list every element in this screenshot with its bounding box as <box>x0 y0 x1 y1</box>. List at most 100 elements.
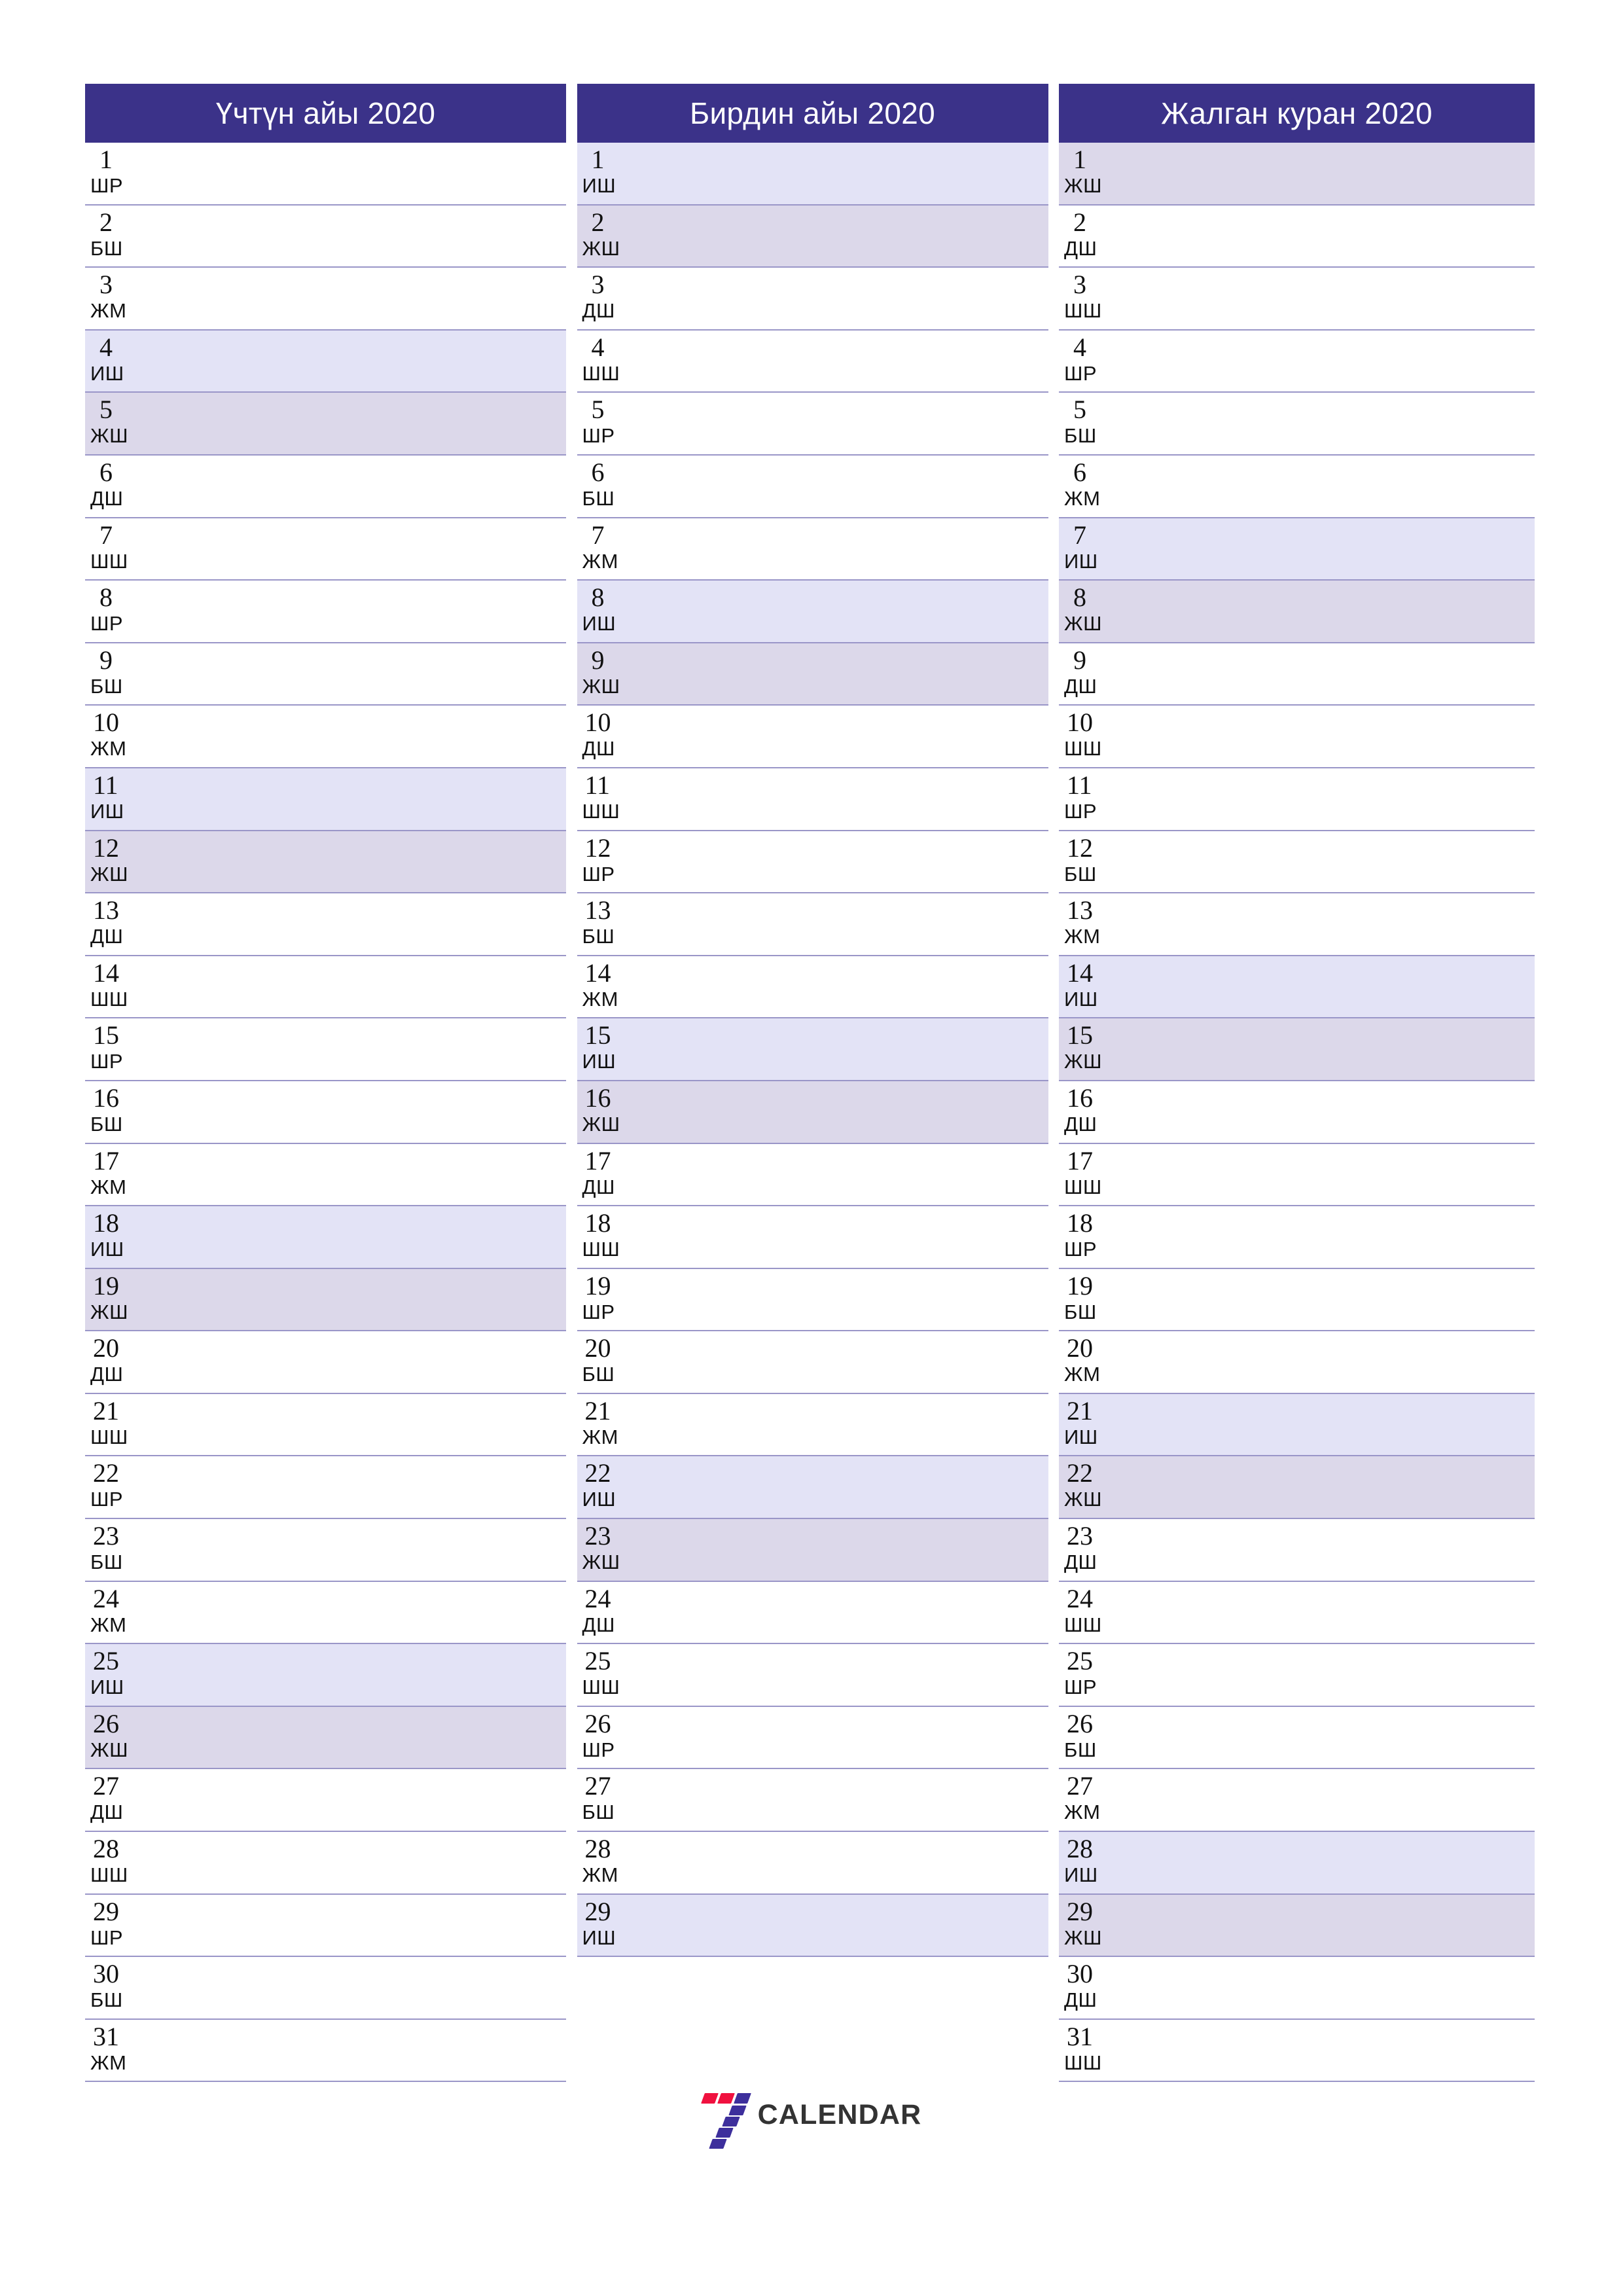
day-row[interactable]: 15 ШР <box>85 1018 566 1081</box>
day-row[interactable]: 10 ЖМ <box>85 706 566 768</box>
day-row[interactable]: 14 ИШ <box>1059 956 1535 1019</box>
day-row[interactable]: 26 ЖШ <box>85 1706 566 1770</box>
day-row[interactable]: 24 ЖМ <box>85 1581 566 1645</box>
day-row[interactable]: 19 БШ <box>1059 1268 1535 1332</box>
day-weekday: ШШ <box>90 1863 128 1887</box>
day-row[interactable]: 15 ИШ <box>577 1018 1048 1081</box>
day-row[interactable]: 23 ЖШ <box>577 1519 1048 1582</box>
day-row[interactable]: 18 ШР <box>1059 1206 1535 1269</box>
day-row[interactable]: 9 ЖШ <box>577 643 1048 706</box>
day-row[interactable]: 1 ИШ <box>577 143 1048 206</box>
day-row[interactable]: 1 ЖШ <box>1059 143 1535 206</box>
day-row[interactable]: 19 ЖШ <box>85 1268 566 1332</box>
day-weekday: ШШ <box>582 1676 620 1699</box>
day-row[interactable]: 25 ИШ <box>85 1644 566 1707</box>
day-row[interactable]: 12 ШР <box>577 831 1048 894</box>
day-row[interactable]: 26 ШР <box>577 1706 1048 1770</box>
day-row[interactable]: 17 ШШ <box>1059 1143 1535 1207</box>
day-row[interactable]: 11 ИШ <box>85 768 566 831</box>
day-row[interactable]: 7 ЖМ <box>577 518 1048 581</box>
day-row[interactable]: 28 ИШ <box>1059 1832 1535 1895</box>
day-row[interactable]: 23 ДШ <box>1059 1519 1535 1582</box>
day-row[interactable]: 21 ЖМ <box>577 1393 1048 1457</box>
day-row[interactable]: 29 ИШ <box>577 1894 1048 1958</box>
day-row[interactable]: 2 ДШ <box>1059 205 1535 268</box>
day-row[interactable]: 28 ЖМ <box>577 1832 1048 1895</box>
day-row[interactable]: 2 ЖШ <box>577 205 1048 268</box>
day-weekday: ЖШ <box>90 862 129 886</box>
day-row[interactable]: 14 ЖМ <box>577 956 1048 1019</box>
day-row[interactable]: 20 ДШ <box>85 1331 566 1394</box>
day-row[interactable]: 29 ЖШ <box>1059 1894 1535 1958</box>
day-row[interactable]: 5 ШР <box>577 393 1048 456</box>
day-row[interactable]: 14 ШШ <box>85 956 566 1019</box>
day-row[interactable]: 6 ДШ <box>85 455 566 518</box>
day-row[interactable]: 12 ЖШ <box>85 831 566 894</box>
day-row[interactable]: 5 ЖШ <box>85 393 566 456</box>
day-row[interactable]: 27 ЖМ <box>1059 1769 1535 1833</box>
day-row[interactable]: 30 ДШ <box>1059 1957 1535 2020</box>
day-row[interactable]: 25 ШР <box>1059 1644 1535 1707</box>
day-row[interactable]: 1 ШР <box>85 143 566 206</box>
day-row[interactable]: 21 ШШ <box>85 1393 566 1457</box>
day-row[interactable]: 10 ШШ <box>1059 706 1535 768</box>
day-weekday: БШ <box>582 486 615 510</box>
day-row[interactable]: 13 БШ <box>577 893 1048 956</box>
day-row[interactable]: 18 ШШ <box>577 1206 1048 1269</box>
day-row[interactable]: 8 ШР <box>85 581 566 643</box>
day-row[interactable]: 24 ШШ <box>1059 1581 1535 1645</box>
day-row[interactable]: 20 БШ <box>577 1331 1048 1394</box>
day-row[interactable]: 18 ИШ <box>85 1206 566 1269</box>
day-row[interactable]: 20 ЖМ <box>1059 1331 1535 1394</box>
day-row[interactable]: 5 БШ <box>1059 393 1535 456</box>
day-row[interactable]: 15 ЖШ <box>1059 1018 1535 1081</box>
brand-logo-text: CALENDAR <box>757 2098 922 2130</box>
day-row[interactable]: 23 БШ <box>85 1519 566 1582</box>
day-row[interactable]: 11 ШР <box>1059 768 1535 831</box>
day-row[interactable]: 22 ЖШ <box>1059 1456 1535 1520</box>
day-row[interactable]: 30 БШ <box>85 1957 566 2020</box>
day-row[interactable]: 3 ШШ <box>1059 268 1535 331</box>
day-row[interactable]: 7 ИШ <box>1059 518 1535 581</box>
day-row[interactable]: 29 ШР <box>85 1894 566 1958</box>
day-row[interactable]: 3 ДШ <box>577 268 1048 331</box>
day-row[interactable]: 9 ДШ <box>1059 643 1535 706</box>
day-row[interactable]: 16 ЖШ <box>577 1081 1048 1144</box>
day-row[interactable]: 27 ДШ <box>85 1769 566 1833</box>
day-row[interactable]: 4 ШР <box>1059 330 1535 393</box>
day-row[interactable]: 4 ШШ <box>577 330 1048 393</box>
day-row[interactable]: 17 ДШ <box>577 1143 1048 1207</box>
day-row[interactable]: 13 ЖМ <box>1059 893 1535 956</box>
day-row[interactable]: 16 ДШ <box>1059 1081 1535 1144</box>
day-row[interactable]: 22 ИШ <box>577 1456 1048 1520</box>
day-row[interactable]: 8 ЖШ <box>1059 581 1535 643</box>
day-weekday: БШ <box>90 236 123 260</box>
day-row[interactable]: 25 ШШ <box>577 1644 1048 1707</box>
day-row[interactable]: 31 ШШ <box>1059 2019 1535 2083</box>
day-number: 11 <box>93 770 118 800</box>
day-row[interactable]: 7 ШШ <box>85 518 566 581</box>
day-row[interactable]: 8 ИШ <box>577 581 1048 643</box>
day-row[interactable]: 6 БШ <box>577 455 1048 518</box>
day-row[interactable]: 31 ЖМ <box>85 2019 566 2083</box>
day-row[interactable]: 28 ШШ <box>85 1832 566 1895</box>
day-row[interactable]: 2 БШ <box>85 205 566 268</box>
day-row[interactable]: 12 БШ <box>1059 831 1535 894</box>
day-row[interactable]: 4 ИШ <box>85 330 566 393</box>
day-row[interactable]: 26 БШ <box>1059 1706 1535 1770</box>
day-weekday: ЖШ <box>1064 174 1103 197</box>
day-number: 26 <box>1067 1708 1093 1738</box>
day-row[interactable]: 3 ЖМ <box>85 268 566 331</box>
day-row[interactable]: 16 БШ <box>85 1081 566 1144</box>
day-row[interactable]: 10 ДШ <box>577 706 1048 768</box>
day-row[interactable]: 11 ШШ <box>577 768 1048 831</box>
day-row[interactable]: 22 ШР <box>85 1456 566 1520</box>
day-row[interactable]: 17 ЖМ <box>85 1143 566 1207</box>
day-row[interactable]: 9 БШ <box>85 643 566 706</box>
day-row[interactable]: 13 ДШ <box>85 893 566 956</box>
day-row[interactable]: 19 ШР <box>577 1268 1048 1332</box>
day-row[interactable]: 27 БШ <box>577 1769 1048 1833</box>
day-row[interactable]: 24 ДШ <box>577 1581 1048 1645</box>
day-row[interactable]: 21 ИШ <box>1059 1393 1535 1457</box>
day-row[interactable]: 6 ЖМ <box>1059 455 1535 518</box>
